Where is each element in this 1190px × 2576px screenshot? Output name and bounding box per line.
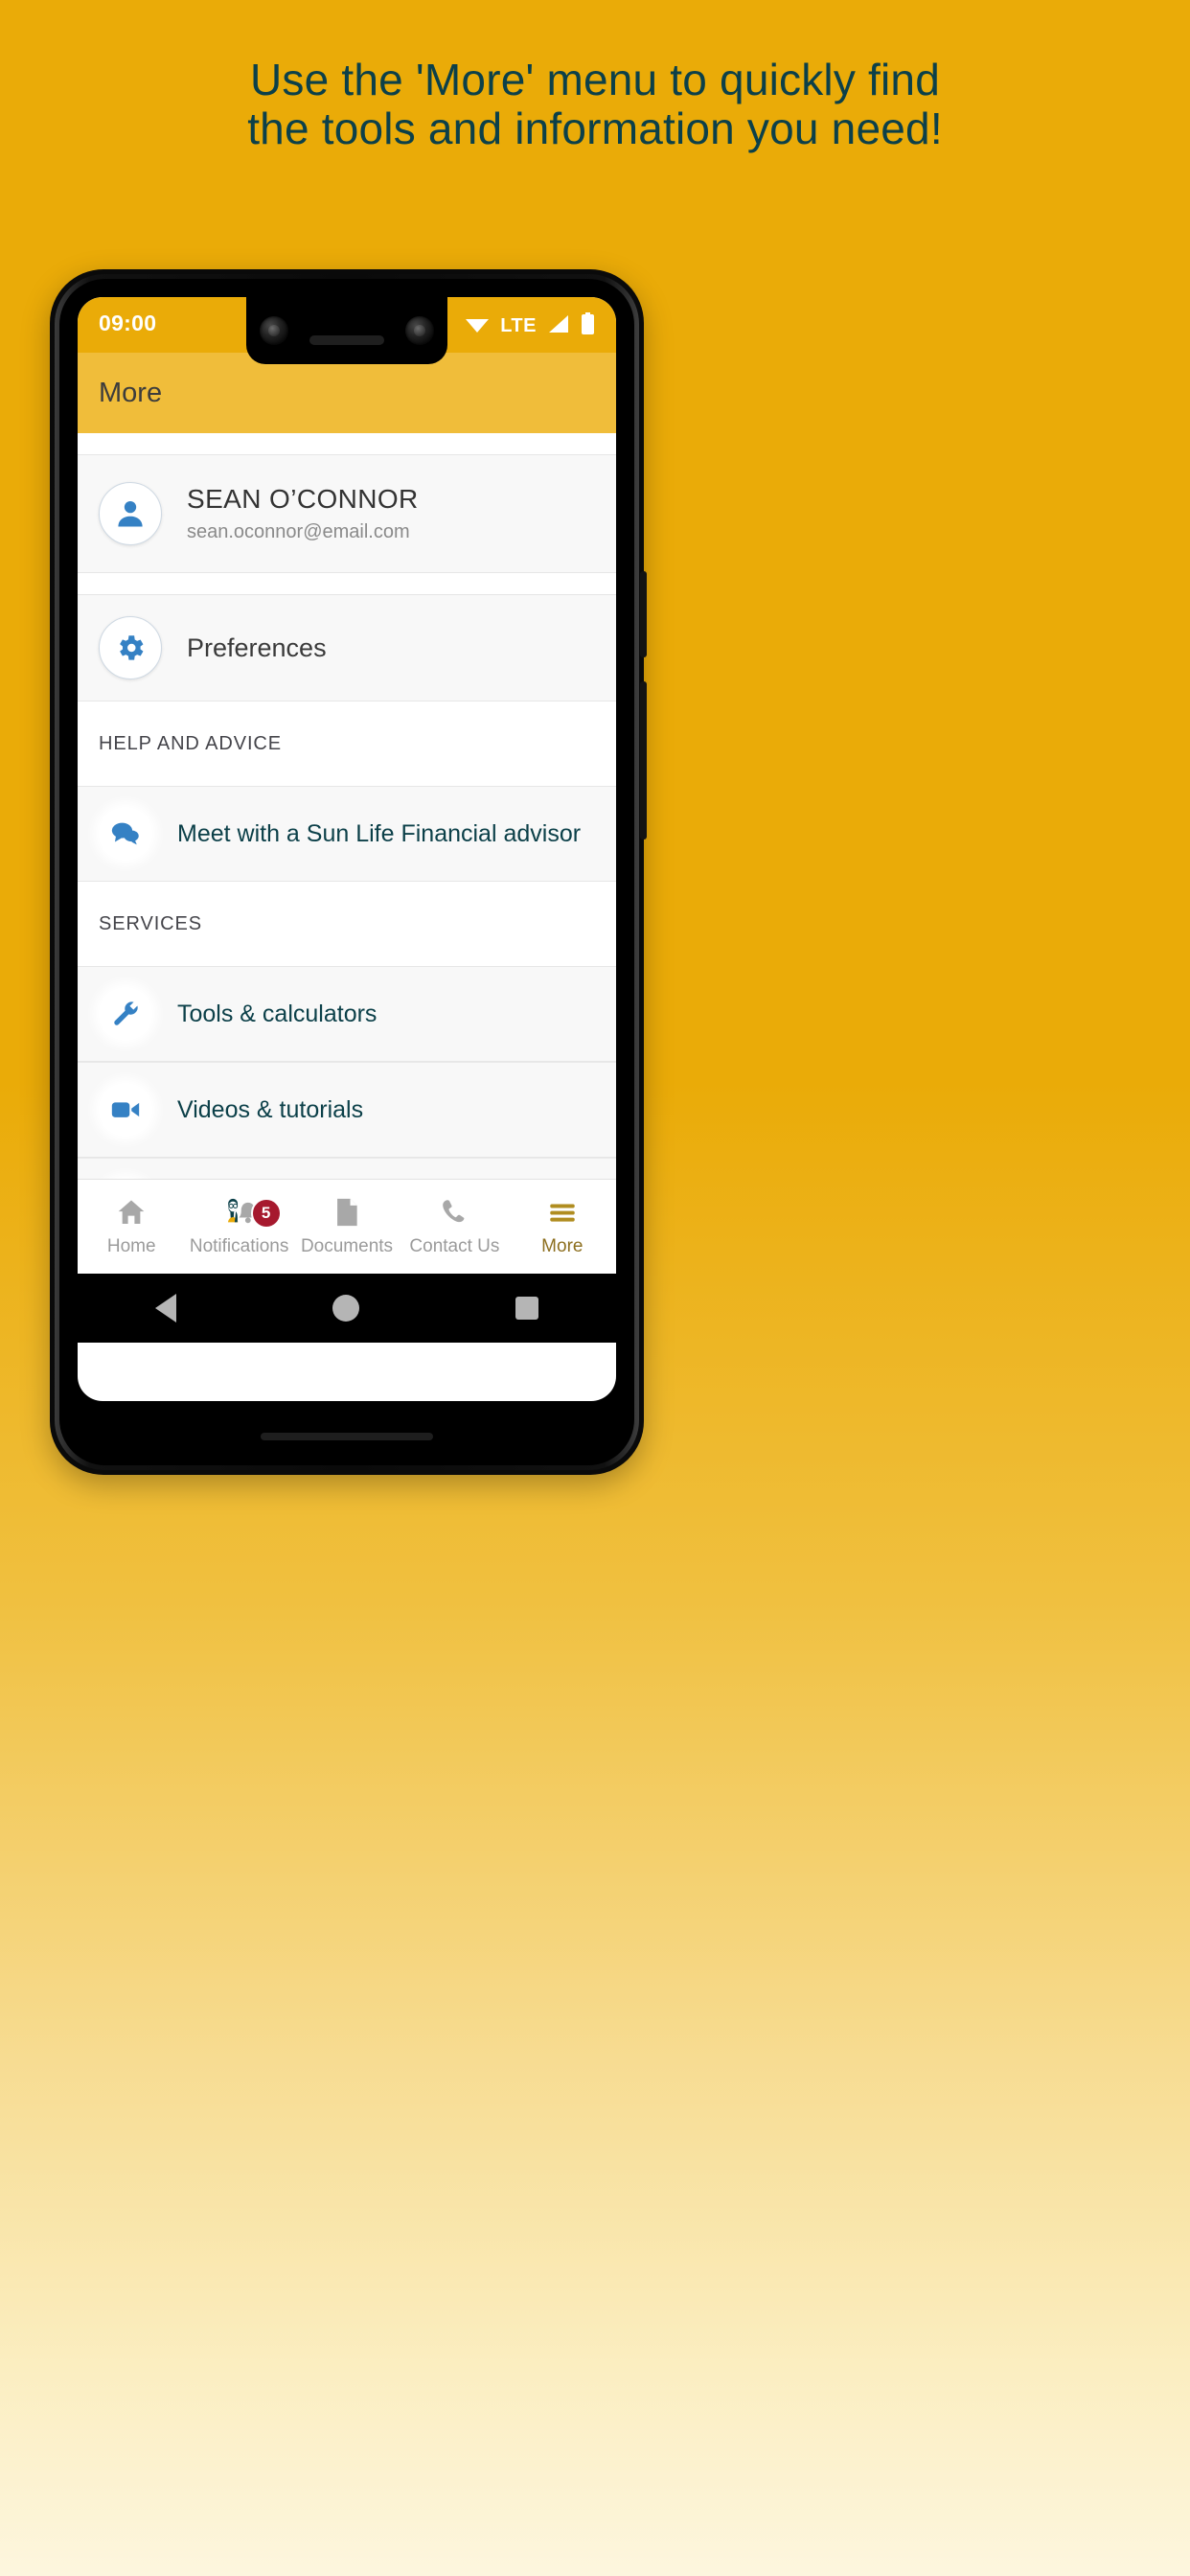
app-bar-title: More (99, 377, 163, 408)
front-camera-secondary-icon (405, 316, 434, 345)
notifications-badge: 5 (250, 1198, 282, 1229)
menu-item-tools-calculators[interactable]: Tools & calculators (78, 966, 616, 1062)
section-heading-help-and-advice: HELP AND ADVICE (78, 702, 616, 786)
nav-item-more-label: More (541, 1236, 584, 1256)
video-camera-icon (111, 1102, 140, 1117)
preferences-row[interactable]: Preferences (78, 594, 616, 702)
profile-spacer (78, 573, 616, 594)
home-icon (118, 1200, 145, 1225)
phone-mockup: 09:00 LTE More SEAN O’CONNOR sean.oconno… (50, 269, 647, 1475)
bottom-navigation-bar: Home 5 Notifications Documents Contact U… (78, 1179, 616, 1274)
phone-icon (443, 1200, 465, 1223)
status-bar-clock: 09:00 (99, 310, 157, 335)
menu-item-videos-tutorials[interactable]: Videos & tutorials (78, 1062, 616, 1158)
earpiece-speaker (309, 335, 384, 345)
phone-chin-speaker (261, 1433, 433, 1440)
nav-item-contact-us[interactable]: Contact Us (400, 1196, 508, 1257)
profile-name: SEAN O’CONNOR (187, 483, 419, 514)
phone-notch (246, 297, 447, 364)
menu-item-advisor-label: Meet with a Sun Life Financial advisor (177, 819, 582, 847)
volume-button[interactable] (640, 571, 647, 657)
profile-text: SEAN O’CONNOR sean.oconnor@email.com (187, 484, 419, 543)
recents-square-icon[interactable] (515, 1297, 538, 1320)
more-menu-content: SEAN O’CONNOR sean.oconnor@email.com Pre… (78, 433, 616, 1179)
nav-item-documents[interactable]: Documents (293, 1196, 400, 1257)
back-triangle-icon[interactable] (155, 1294, 177, 1322)
document-icon (337, 1198, 357, 1227)
section-heading-services: SERVICES (78, 882, 616, 966)
menu-item-videos-tutorials-label: Videos & tutorials (177, 1095, 364, 1123)
advisor-icon-wrap (99, 807, 152, 861)
nav-item-notifications[interactable]: 5 Notifications (185, 1196, 292, 1257)
home-circle-icon[interactable] (332, 1295, 359, 1322)
tools-icon-wrap (99, 987, 152, 1041)
content-top-spacer (78, 433, 616, 454)
nav-item-notifications-label: Notifications (189, 1236, 289, 1256)
status-bar: 09:00 LTE (78, 297, 616, 364)
menu-item-legal-privacy[interactable]: Legal & privacy (78, 1158, 616, 1179)
promo-headline: Use the 'More' menu to quickly find the … (0, 56, 1190, 152)
nav-item-contact-us-label: Contact Us (409, 1236, 500, 1256)
promo-headline-line1: Use the 'More' menu to quickly find (250, 55, 940, 104)
avatar (99, 482, 162, 545)
wifi-icon (465, 314, 490, 338)
android-system-nav (78, 1274, 616, 1343)
nav-item-more[interactable]: More (509, 1196, 616, 1257)
app-bar: More (78, 353, 616, 433)
chat-bubbles-icon (111, 822, 139, 845)
wrench-icon (114, 1001, 138, 1025)
section-heading-label: HELP AND ADVICE (99, 732, 282, 754)
nav-item-home[interactable]: Home (78, 1196, 185, 1257)
battery-icon (581, 312, 595, 340)
gear-icon (120, 635, 144, 660)
front-camera-icon (260, 316, 288, 345)
phone-screen: 09:00 LTE More SEAN O’CONNOR sean.oconno… (78, 297, 616, 1401)
person-icon (118, 500, 143, 527)
signal-bars-icon (547, 314, 570, 338)
menu-item-tools-calculators-label: Tools & calculators (177, 1000, 378, 1027)
power-button[interactable] (640, 681, 647, 840)
profile-email: sean.oconnor@email.com (187, 521, 410, 543)
videos-icon-wrap (99, 1083, 152, 1137)
nav-item-documents-label: Documents (300, 1236, 394, 1256)
network-type-label: LTE (500, 315, 537, 336)
menu-item-advisor[interactable]: Meet with a Sun Life Financial advisor (78, 786, 616, 882)
nav-item-home-label: Home (106, 1236, 156, 1256)
status-bar-icons: LTE (465, 312, 595, 340)
preferences-label: Preferences (187, 632, 327, 662)
promo-headline-line2: the tools and information you need! (247, 103, 943, 153)
section-heading-label: SERVICES (99, 912, 202, 934)
preferences-icon-circle (99, 616, 162, 679)
profile-row[interactable]: SEAN O’CONNOR sean.oconnor@email.com (78, 454, 616, 573)
hamburger-icon (550, 1204, 575, 1222)
